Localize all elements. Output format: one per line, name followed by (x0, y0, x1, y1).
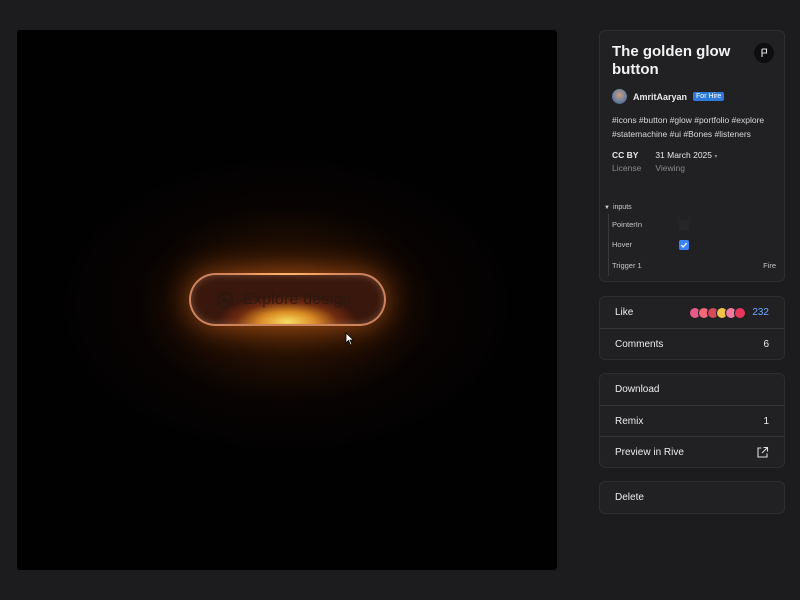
meta-info: CC BY License 31 March 2025 ▾ Viewing (612, 150, 776, 173)
license-label: License (612, 163, 642, 173)
external-link-icon (757, 446, 769, 458)
danger-panel: Delete (599, 481, 785, 514)
remix-count: 1 (763, 415, 769, 427)
input-name: PointerIn (612, 220, 643, 229)
checkmark-icon (680, 242, 688, 248)
like-row[interactable]: Like 232 (600, 297, 784, 328)
chevron-down-icon: ▾ (714, 154, 718, 160)
heart-icon (734, 306, 747, 319)
explore-design-label: Explore design (243, 290, 352, 308)
tag-list[interactable]: #icons #button #glow #portfolio #explore… (612, 114, 772, 141)
download-button[interactable]: Download (600, 374, 784, 405)
inputs-toggle[interactable]: ▼ inputs (604, 204, 632, 211)
input-row-pointerin: PointerIn (612, 220, 776, 229)
social-panel: Like 232 Comments 6 (599, 296, 785, 360)
like-count: 232 (752, 307, 769, 318)
actions-panel: Download Remix 1 Preview in Rive (599, 373, 785, 468)
caret-down-icon: ▼ (604, 204, 610, 211)
date-info[interactable]: 31 March 2025 ▾ Viewing (655, 150, 717, 173)
license-info: CC BY License (612, 150, 641, 173)
flag-icon (761, 48, 768, 57)
date-value: 31 March 2025 (655, 150, 713, 160)
preview-label: Preview in Rive (615, 446, 684, 458)
report-flag-button[interactable] (754, 43, 774, 63)
preview-in-rive-button[interactable]: Preview in Rive (600, 436, 784, 467)
author-row[interactable]: AmritAaryan For Hire (612, 89, 776, 104)
hover-checkbox[interactable] (679, 240, 689, 250)
mouse-pointer-icon (345, 332, 355, 346)
avatar[interactable] (612, 89, 627, 104)
dribbble-icon (216, 291, 234, 309)
inputs-title: inputs (612, 204, 632, 211)
input-name: Hover (612, 240, 633, 249)
reactions[interactable]: 232 (689, 306, 769, 319)
input-row-trigger: Trigger 1 Fire (612, 261, 776, 270)
remix-label: Remix (615, 415, 644, 427)
page-title: The golden glow button (612, 43, 731, 78)
comments-label: Comments (615, 338, 664, 350)
reaction-emojis (689, 306, 747, 319)
download-label: Download (615, 384, 660, 395)
for-hire-badge[interactable]: For Hire (693, 92, 725, 101)
remix-button[interactable]: Remix 1 (600, 405, 784, 436)
like-label: Like (615, 307, 634, 318)
fire-button[interactable]: Fire (763, 261, 776, 270)
inputs-tree-line (608, 214, 609, 276)
input-name: Trigger 1 (612, 261, 642, 270)
date-value-row[interactable]: 31 March 2025 ▾ (655, 150, 717, 160)
author-name[interactable]: AmritAaryan (633, 92, 687, 102)
comments-row[interactable]: Comments 6 (600, 328, 784, 359)
preview-canvas[interactable]: Explore design (17, 30, 557, 570)
delete-button[interactable]: Delete (600, 482, 784, 513)
input-row-hover: Hover (612, 240, 776, 249)
details-panel: The golden glow button AmritAaryan For H… (599, 30, 785, 282)
delete-label: Delete (615, 492, 644, 503)
license-value: CC BY (612, 150, 639, 160)
date-label: Viewing (655, 163, 685, 173)
comments-count: 6 (763, 338, 769, 350)
explore-design-button[interactable]: Explore design (189, 273, 386, 326)
pointerin-checkbox[interactable] (679, 220, 689, 230)
